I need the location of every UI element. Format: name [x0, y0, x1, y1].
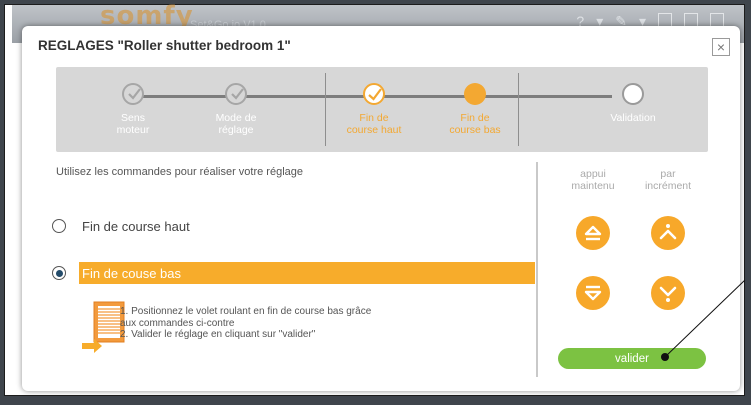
check-icon: [363, 83, 385, 105]
step-label: Validation: [610, 112, 656, 124]
step-label: moteur: [116, 124, 150, 136]
progress-stepper: Sens moteur Mode de réglage Fin de course h…: [56, 67, 708, 152]
column-label-hold: appui maintenu: [558, 168, 628, 192]
guide-text: 1. Positionnez le volet roulant en fin d…: [120, 306, 371, 341]
up-step-icon: [659, 224, 677, 240]
option-fin-course-bas[interactable]: Fin de couse bas: [52, 262, 181, 284]
step-label: Fin de: [460, 112, 490, 124]
down-step-button[interactable]: [651, 276, 685, 310]
settings-dialog: REGLAGES "Roller shutter bedroom 1" × Se…: [22, 26, 740, 391]
col-label: maintenu: [571, 180, 615, 192]
col-label: appui: [580, 168, 606, 180]
up-hold-icon: [584, 225, 602, 241]
option-fin-course-haut[interactable]: Fin de course haut: [52, 215, 190, 237]
maximize-button[interactable]: [684, 13, 698, 27]
guide-line: 2. Valider le réglage en cliquant sur "v…: [120, 329, 316, 340]
radio-button[interactable]: [52, 266, 66, 280]
option-label: Fin de couse bas: [82, 265, 182, 281]
step-label: Mode de: [215, 112, 257, 124]
column-label-step: par incrément: [633, 168, 703, 192]
guide-line: aux commandes ci-contre: [120, 317, 235, 329]
step-mode-reglage: Mode de réglage: [201, 83, 271, 136]
step-validation: Validation: [598, 83, 668, 124]
down-step-icon: [659, 286, 677, 302]
valider-label: valider: [615, 352, 649, 365]
up-step-button[interactable]: [651, 216, 685, 250]
up-hold-button[interactable]: [576, 216, 610, 250]
step-label: course haut: [346, 124, 402, 136]
check-icon: [225, 83, 247, 105]
step-label: réglage: [218, 124, 254, 136]
down-hold-button[interactable]: [576, 276, 610, 310]
step-label: course bas: [449, 124, 501, 136]
down-hold-icon: [584, 285, 602, 301]
step-label: Sens: [121, 112, 145, 124]
pending-step-dot: [622, 83, 644, 105]
vertical-divider: [536, 162, 538, 377]
check-icon: [122, 83, 144, 105]
minimize-button[interactable]: [658, 13, 672, 27]
active-step-dot: [464, 83, 486, 105]
radio-button[interactable]: [52, 219, 66, 233]
instruction-text: Utilisez les commandes pour réaliser vot…: [56, 166, 303, 178]
step-label: Fin de: [359, 112, 389, 124]
col-label: par: [660, 168, 676, 180]
close-button[interactable]: ×: [712, 38, 730, 56]
step-fin-course-haut: Fin de course haut: [339, 83, 409, 136]
option-label: Fin de course haut: [82, 218, 190, 234]
window-close-button[interactable]: [710, 13, 724, 27]
guide-line: 1. Positionnez le volet roulant en fin d…: [120, 306, 372, 317]
dialog-title: REGLAGES "Roller shutter bedroom 1": [38, 38, 291, 53]
step-fin-course-bas: Fin de course bas: [440, 83, 510, 136]
step-sens-moteur: Sens moteur: [98, 83, 168, 136]
radio-selected-dot: [55, 269, 63, 277]
close-icon: ×: [716, 39, 726, 55]
col-label: incrément: [644, 180, 692, 192]
valider-button[interactable]: valider: [558, 348, 706, 369]
